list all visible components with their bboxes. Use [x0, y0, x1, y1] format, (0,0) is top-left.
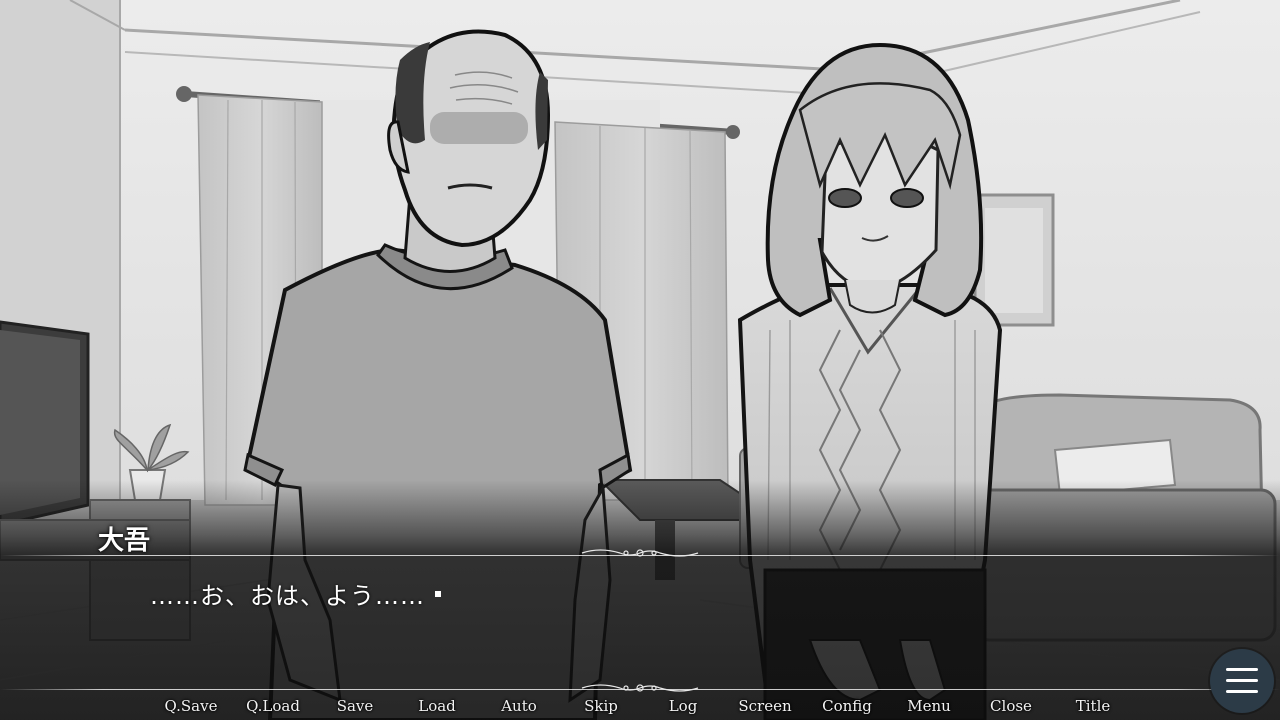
text-advance-indicator	[435, 591, 441, 597]
hamburger-line	[1226, 679, 1258, 682]
screen-button[interactable]: Screen	[738, 697, 791, 715]
dialogue-text: ……お、おは、よう……	[150, 576, 441, 611]
skip-button[interactable]: Skip	[584, 697, 618, 715]
title-button[interactable]: Title	[1076, 697, 1111, 715]
qsave-button[interactable]: Q.Save	[165, 697, 218, 715]
save-button[interactable]: Save	[337, 697, 374, 715]
log-button[interactable]: Log	[669, 697, 698, 715]
hamburger-menu-icon[interactable]	[1210, 649, 1274, 713]
close-button[interactable]: Close	[990, 697, 1032, 715]
load-button[interactable]: Load	[418, 697, 456, 715]
dialogue-line: ……お、おは、よう……	[150, 582, 425, 610]
hamburger-line	[1226, 690, 1258, 693]
system-menu-bar: Q.Save Q.Load Save Load Auto Skip Log Sc…	[0, 692, 1280, 720]
dialogue-top-ornament	[581, 549, 699, 557]
config-button[interactable]: Config	[822, 697, 872, 715]
speaker-name: 大吾	[98, 526, 151, 556]
menu-button[interactable]: Menu	[907, 697, 951, 715]
hamburger-line	[1226, 668, 1258, 671]
auto-button[interactable]: Auto	[501, 697, 537, 715]
qload-button[interactable]: Q.Load	[246, 697, 300, 715]
